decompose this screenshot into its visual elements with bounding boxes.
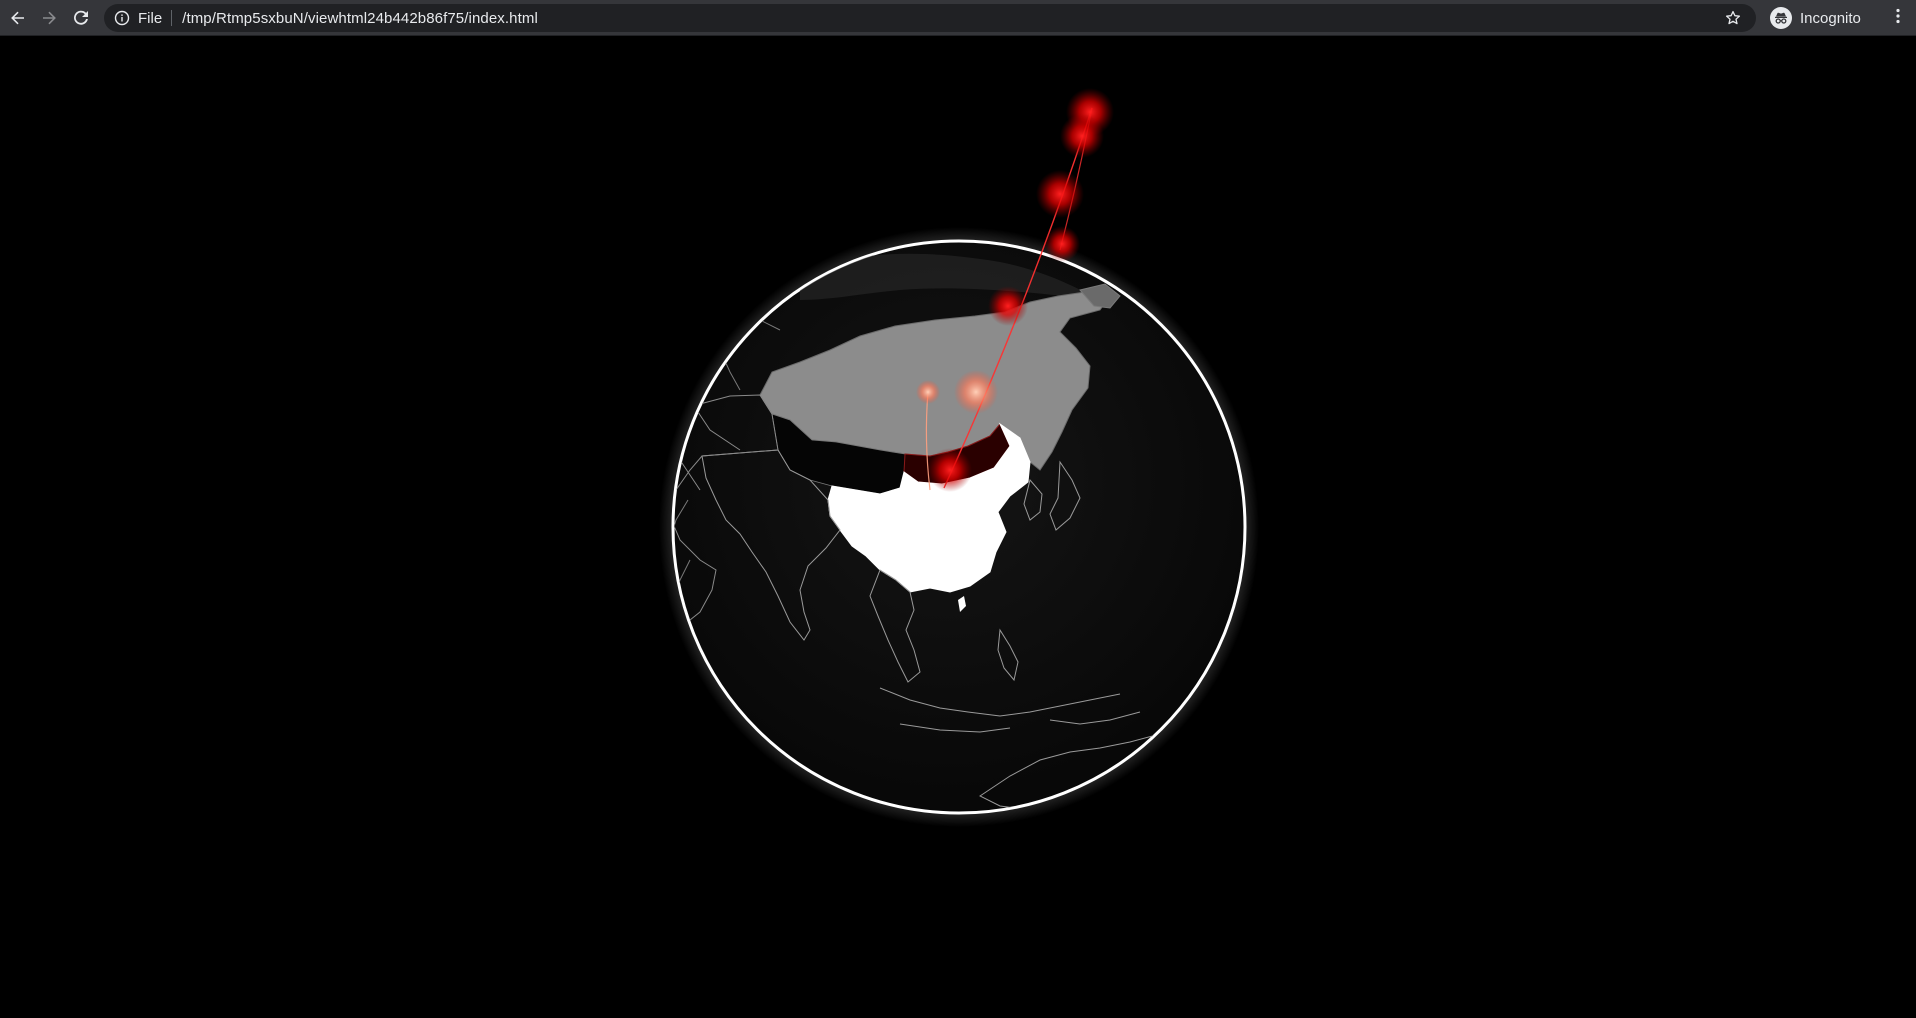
browser-menu-button[interactable] [1884, 4, 1912, 32]
arc-glow-point [928, 448, 972, 492]
incognito-label: Incognito [1800, 9, 1861, 27]
page-viewport [0, 36, 1916, 1018]
arrow-left-icon [9, 9, 27, 27]
browser-toolbar: File /tmp/Rtmp5sxbuN/viewhtml24b442b86f7… [0, 0, 1916, 36]
incognito-profile-button[interactable]: Incognito [1764, 4, 1874, 32]
incognito-icon [1770, 7, 1792, 29]
arc-glow-point [1060, 114, 1104, 158]
arrow-right-icon [40, 9, 58, 27]
kebab-menu-icon [1895, 7, 1901, 30]
secondary-glow-point [954, 370, 998, 414]
omnibox-divider [171, 10, 173, 26]
url-text[interactable]: /tmp/Rtmp5sxbuN/viewhtml24b442b86f75/ind… [182, 10, 538, 27]
reload-button[interactable] [67, 4, 95, 32]
scheme-label: File [138, 9, 163, 27]
arc-glow-point [1044, 226, 1080, 262]
reload-icon [72, 9, 90, 27]
globe-canvas[interactable] [0, 36, 1916, 1018]
secondary-glow-point [916, 380, 940, 404]
arc-glow-point [1036, 170, 1084, 218]
info-icon[interactable] [114, 10, 130, 26]
arc-glow-point [988, 286, 1028, 326]
forward-button[interactable] [35, 4, 63, 32]
back-button[interactable] [4, 4, 32, 32]
star-icon[interactable] [1724, 9, 1742, 27]
address-bar[interactable]: File /tmp/Rtmp5sxbuN/viewhtml24b442b86f7… [104, 4, 1756, 32]
